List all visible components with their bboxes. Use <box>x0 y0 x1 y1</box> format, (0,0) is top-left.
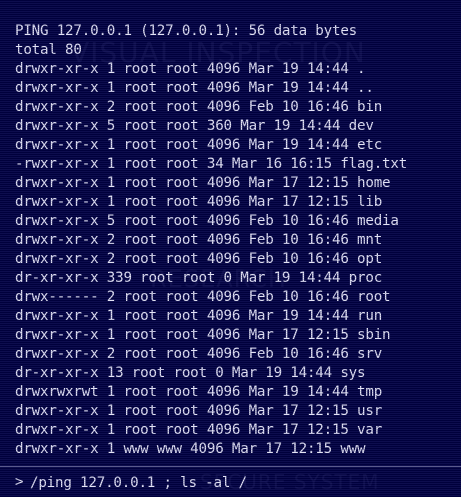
output-line: drwxr-xr-x 1 root root 4096 Mar 17 12:15… <box>15 327 391 343</box>
output-line: drwxr-xr-x 1 root root 4096 Mar 19 14:44… <box>15 61 366 77</box>
output-line: drwxrwxrwt 1 root root 4096 Mar 19 14:44… <box>15 384 383 400</box>
output-line: drwxr-xr-x 1 root root 4096 Mar 17 12:15… <box>15 194 383 210</box>
output-line: dr-xr-xr-x 339 root root 0 Mar 19 14:44 … <box>15 270 383 286</box>
command-prompt-bar: > <box>0 467 461 497</box>
output-line: drwxr-xr-x 2 root root 4096 Feb 10 16:46… <box>15 346 383 362</box>
output-line: drwxr-xr-x 2 root root 4096 Feb 10 16:46… <box>15 232 383 248</box>
output-line: -rwxr-xr-x 1 root root 34 Mar 16 16:15 f… <box>15 156 408 172</box>
output-line: drwxr-xr-x 1 root root 4096 Mar 17 12:15… <box>15 175 391 191</box>
output-line: drwxr-xr-x 1 root root 4096 Mar 19 14:44… <box>15 308 383 324</box>
terminal-output-area: PING 127.0.0.1 (127.0.0.1): 56 data byte… <box>0 0 461 466</box>
output-line: drwxr-xr-x 1 www www 4096 Mar 17 12:15 w… <box>15 441 366 457</box>
output-line: dr-xr-xr-x 13 root root 0 Mar 19 14:44 s… <box>15 365 366 381</box>
output-line: drwxr-xr-x 5 root root 360 Mar 19 14:44 … <box>15 118 374 134</box>
terminal-output: PING 127.0.0.1 (127.0.0.1): 56 data byte… <box>15 22 461 459</box>
output-line: drwxr-xr-x 2 root root 4096 Feb 10 16:46… <box>15 251 383 267</box>
output-line: drwxr-xr-x 1 root root 4096 Mar 19 14:44… <box>15 137 383 153</box>
output-line: drwxr-xr-x 2 root root 4096 Feb 10 16:46… <box>15 99 383 115</box>
output-line: drwx------ 2 root root 4096 Feb 10 16:46… <box>15 289 391 305</box>
output-line: drwxr-xr-x 1 root root 4096 Mar 17 12:15… <box>15 403 383 419</box>
prompt-symbol: > <box>15 474 24 490</box>
output-line: PING 127.0.0.1 (127.0.0.1): 56 data byte… <box>15 23 358 39</box>
command-input[interactable] <box>30 472 450 493</box>
output-line: drwxr-xr-x 1 root root 4096 Mar 19 14:44… <box>15 80 374 96</box>
output-line: total 80 <box>15 42 82 58</box>
output-line: drwxr-xr-x 1 root root 4096 Mar 17 12:15… <box>15 422 383 438</box>
output-line: drwxr-xr-x 5 root root 4096 Feb 10 16:46… <box>15 213 399 229</box>
